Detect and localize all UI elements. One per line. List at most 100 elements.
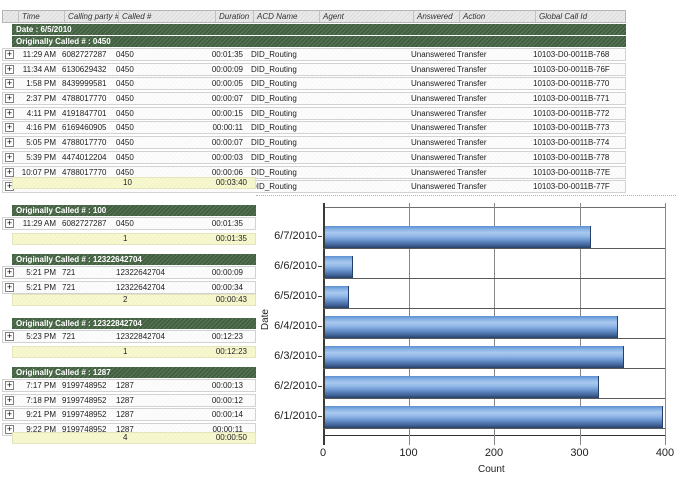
time-cell: 4:16 PM [14,122,60,133]
called-number-cell: 0450 [114,78,211,89]
bar-6/3/2010 [325,346,624,368]
acd-name-cell: DID_Routing [249,122,315,133]
global-call-id-cell: 10103-D0-0011B-771 [531,93,620,104]
called-number-cell: 1287 [114,409,211,420]
y-tick-label: 6/1/2010 [265,410,317,422]
answered-cell: Unanswered [409,152,455,163]
time-cell: 10:07 PM [14,167,60,178]
expand-button[interactable]: + [5,123,14,132]
expand-button[interactable]: + [5,268,14,277]
time-cell: 5:05 PM [14,137,60,148]
calling-party-cell: 6169460905 [60,122,114,133]
expand-button[interactable]: + [5,153,14,162]
expand-button[interactable]: + [5,65,14,74]
answered-cell: Unanswered [409,108,455,119]
gridline [665,203,666,445]
y-tick-mark [318,236,322,237]
called-number-cell: 1287 [114,395,211,406]
calling-party-cell: 721 [60,331,114,342]
agent-cell [315,64,409,75]
expand-button[interactable]: + [5,50,14,59]
table-row: +5:39 PM4474012204045000:00:03DID_Routin… [2,151,626,164]
y-tick-label: 6/7/2010 [265,230,317,242]
table-row: +5:21 PM7211232264270400:00:34 [2,281,256,294]
time-cell: 7:17 PM [14,380,60,391]
column-header: Agent [320,11,414,22]
calling-party-cell: 4788017770 [60,167,114,178]
acd-name-cell: DID_Routing [249,137,315,148]
time-cell: 1:58 PM [14,78,60,89]
duration-cell: 00:00:12 [211,395,249,406]
duration-cell: 00:12:23 [211,331,249,342]
row-gridline [323,398,665,399]
table-row: +7:18 PM9199748952128700:00:12 [2,394,256,407]
expand-button[interactable]: + [5,168,14,177]
expand-button[interactable]: + [5,332,14,341]
y-tick-label: 6/5/2010 [265,290,317,302]
time-cell: 11:34 AM [14,64,60,75]
global-call-id-cell: 10103-D0-0011B-770 [531,78,620,89]
expand-button[interactable]: + [5,109,14,118]
calling-party-cell: 9199748952 [60,380,114,391]
column-header: Duration [216,11,254,22]
acd-name-cell: DID_Routing [249,167,315,178]
calling-party-cell: 4474012204 [60,152,114,163]
answered-cell: Unanswered [409,122,455,133]
called-number-cell: 1287 [114,380,211,391]
answered-cell: Unanswered [409,93,455,104]
called-number-cell: 0450 [114,152,211,163]
calling-party-cell: 8439999581 [60,78,114,89]
agent-cell [315,78,409,89]
called-number-cell: 0450 [114,108,211,119]
answered-cell: Unanswered [409,137,455,148]
call-rows-1287: +7:17 PM9199748952128700:00:13+7:18 PM91… [2,379,256,438]
table-row: +5:21 PM7211232264270400:00:09 [2,266,256,279]
calling-party-cell: 6130629432 [60,64,114,75]
global-call-id-cell: 10103-D0-0011B-772 [531,108,620,119]
global-call-id-cell: 10103-D0-0011B-768 [531,49,620,60]
summary-duration: 00:03:40 [216,178,247,188]
table-row: +4:11 PM4191847701045000:00:15DID_Routin… [2,107,626,120]
action-cell: Transfer [455,93,531,104]
global-call-id-cell: 10103-D0-0011B-77F [531,181,620,192]
expand-button[interactable]: + [5,410,14,419]
row-gridline [323,338,665,339]
duration-cell: 00:00:09 [211,267,249,278]
expand-button[interactable]: + [5,396,14,405]
expand-button[interactable]: + [5,94,14,103]
expand-button[interactable]: + [5,138,14,147]
x-tick-label: 100 [389,447,429,459]
acd-name-cell: DID_Routing [249,108,315,119]
expand-button[interactable]: + [5,79,14,88]
answered-cell: Unanswered [409,49,455,60]
table-row: +4:16 PM6169460905045000:00:11DID_Routin… [2,121,626,134]
acd-name-cell: DID_Routing [249,78,315,89]
call-report-screen: TimeCalling party #Called #DurationACD N… [0,0,676,485]
answered-cell: Unanswered [409,78,455,89]
acd-name-cell: DID_Routing [249,152,315,163]
summary-duration: 00:00:43 [216,295,247,305]
column-header: Calling party # [65,11,119,22]
summary-count: 4 [123,433,127,443]
time-cell: 5:23 PM [14,331,60,342]
action-cell: Transfer [455,181,531,192]
expand-button[interactable]: + [5,283,14,292]
y-tick-label: 6/4/2010 [265,320,317,332]
agent-cell [315,49,409,60]
y-tick-mark [318,356,322,357]
duration-cell: 00:00:03 [211,152,249,163]
expand-button[interactable]: + [5,219,14,228]
calling-party-cell: 721 [60,282,114,293]
y-tick-mark [318,296,322,297]
summary-duration: 00:12:23 [216,347,247,357]
expand-button[interactable]: + [5,381,14,390]
duration-cell: 00:00:06 [211,167,249,178]
column-header: Global Call Id [536,11,625,22]
call-rows-100: +11:29 AM6082727287045000:01:35 [2,217,256,232]
duration-cell: 00:00:34 [211,282,249,293]
table-header-row: TimeCalling party #Called #DurationACD N… [2,10,626,23]
group-summary-12322842704: 1 00:12:23 [12,346,256,358]
y-tick-mark [318,326,322,327]
table-row: +11:29 AM6082727287045000:01:35DID_Routi… [2,48,626,61]
time-cell: 9:21 PM [14,409,60,420]
